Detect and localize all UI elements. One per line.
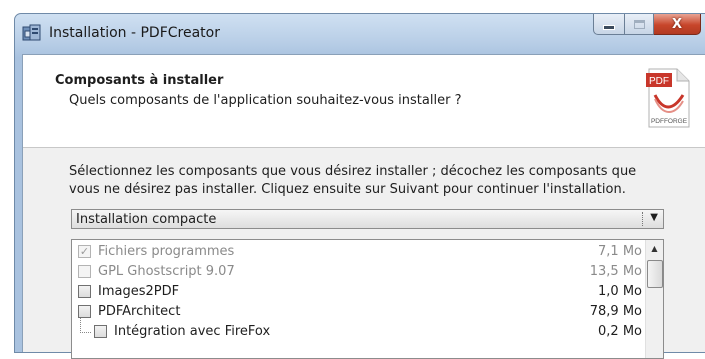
component-label: Intégration avec FireFox — [114, 324, 271, 339]
install-type-dropdown[interactable]: Installation compacte ▼ — [71, 209, 664, 229]
component-row[interactable]: ✓ Fichiers programmes 7,1 Mo — [72, 242, 642, 262]
chevron-down-icon: ▼ — [650, 212, 658, 223]
list-scrollbar[interactable]: ▲ — [645, 240, 663, 358]
page-subtitle: Quels composants de l'application souhai… — [69, 93, 462, 108]
component-checkbox: ✓ — [78, 245, 91, 258]
component-row[interactable]: GPL Ghostscript 9.07 13,5 Mo — [72, 262, 642, 282]
pdfforge-logo-icon: PDF PDFFORGE — [646, 68, 690, 128]
component-size: 78,9 Mo — [589, 304, 642, 319]
component-label: GPL Ghostscript 9.07 — [98, 264, 235, 279]
component-label: Fichiers programmes — [98, 244, 235, 259]
component-checkbox[interactable] — [78, 285, 91, 298]
title-bar[interactable]: Installation - PDFCreator X — [15, 14, 705, 54]
scroll-up-icon[interactable]: ▲ — [646, 240, 663, 257]
component-checkbox[interactable] — [94, 325, 107, 338]
component-row[interactable]: PDFArchitect 78,9 Mo — [72, 302, 642, 322]
close-icon: X — [671, 16, 683, 32]
components-list[interactable]: ✓ Fichiers programmes 7,1 Mo GPL Ghostsc… — [71, 239, 664, 359]
component-label: Images2PDF — [98, 284, 180, 299]
scroll-thumb[interactable] — [647, 260, 663, 288]
wizard-header: Composants à installer Quels composants … — [23, 55, 705, 148]
maximize-icon — [633, 19, 645, 29]
window-title: Installation - PDFCreator — [49, 25, 220, 41]
wizard-client-area: Composants à installer Quels composants … — [22, 54, 705, 359]
minimize-button[interactable] — [593, 14, 625, 35]
component-checkbox[interactable] — [78, 305, 91, 318]
maximize-button[interactable] — [625, 14, 654, 35]
component-size: 0,2 Mo — [598, 324, 642, 339]
component-size: 13,5 Mo — [589, 264, 642, 279]
installer-icon — [22, 24, 41, 41]
logo-text-bottom: PDFFORGE — [651, 118, 688, 125]
close-button[interactable]: X — [654, 14, 701, 35]
install-type-value: Installation compacte — [76, 212, 217, 227]
logo-text-top: PDF — [649, 76, 669, 87]
dropdown-separator — [642, 212, 644, 226]
instructions-text: Sélectionnez les composants que vous dés… — [69, 164, 637, 197]
tree-connector — [80, 318, 91, 333]
component-checkbox — [78, 265, 91, 278]
installer-window: Installation - PDFCreator X Composants à… — [14, 13, 705, 359]
component-size: 7,1 Mo — [598, 244, 642, 259]
component-row[interactable]: Intégration avec FireFox 0,2 Mo — [72, 318, 642, 342]
component-row[interactable]: Images2PDF 1,0 Mo — [72, 282, 642, 302]
component-label: PDFArchitect — [98, 304, 181, 319]
minimize-icon — [603, 24, 615, 30]
window-controls: X — [593, 14, 701, 36]
page-title: Composants à installer — [55, 73, 224, 88]
component-size: 1,0 Mo — [598, 284, 642, 299]
